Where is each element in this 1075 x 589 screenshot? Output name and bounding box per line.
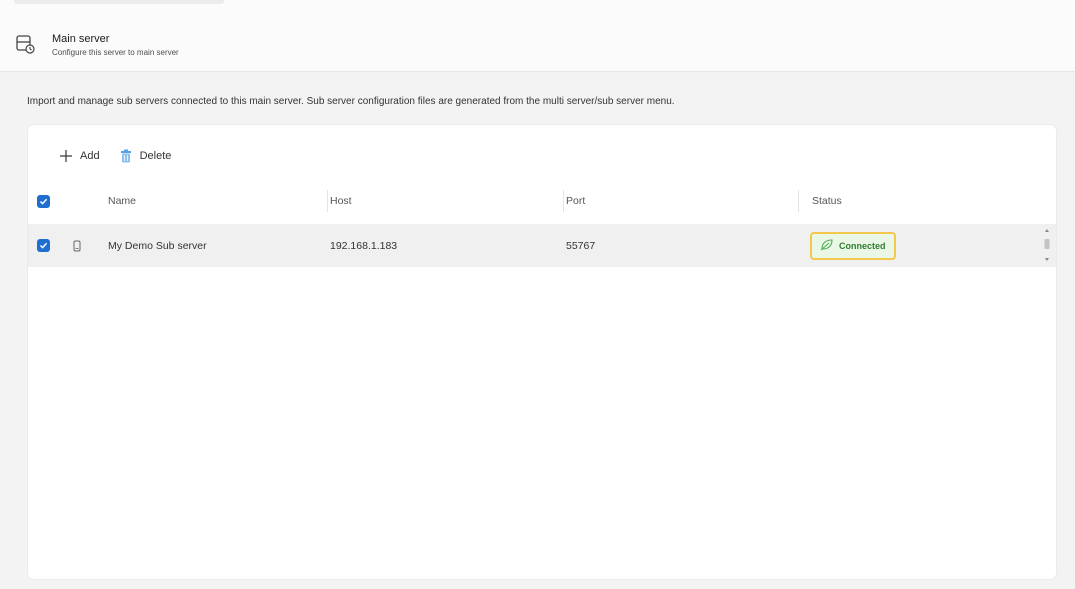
status-badge: Connected	[810, 231, 896, 260]
row-checkbox[interactable]	[37, 224, 50, 267]
column-divider[interactable]	[563, 190, 564, 212]
row-port: 55767	[566, 239, 596, 252]
checkbox-checked	[37, 239, 50, 252]
leaf-icon	[820, 238, 834, 253]
main-server-header[interactable]: Main server Configure this server to mai…	[0, 14, 1075, 72]
plus-icon	[58, 148, 74, 164]
select-all-checkbox[interactable]	[37, 185, 50, 217]
column-header-status[interactable]: Status	[812, 185, 842, 217]
page-subtitle: Configure this server to main server	[52, 48, 179, 57]
sub-server-panel: Add Delete Name Host Port Status My Demo…	[28, 125, 1056, 579]
server-icon	[14, 33, 36, 55]
column-header-port[interactable]: Port	[566, 185, 585, 217]
column-header-host[interactable]: Host	[330, 185, 352, 217]
column-header-name[interactable]: Name	[108, 185, 136, 217]
device-icon	[72, 224, 82, 267]
description-text: Import and manage sub servers connected …	[27, 96, 675, 107]
vertical-scrollbar[interactable]	[1042, 226, 1052, 266]
page-title: Main server	[52, 33, 110, 45]
add-button[interactable]: Add	[58, 148, 100, 164]
table-row[interactable]: My Demo Sub server 192.168.1.183 55767 C…	[28, 224, 1056, 267]
delete-label: Delete	[139, 150, 172, 162]
row-name: My Demo Sub server	[108, 239, 207, 252]
delete-button[interactable]: Delete	[118, 148, 172, 164]
add-label: Add	[80, 150, 100, 162]
column-divider[interactable]	[327, 190, 328, 212]
trash-icon	[118, 148, 134, 164]
column-divider[interactable]	[798, 190, 799, 212]
clipped-breadcrumb	[14, 0, 224, 4]
table-header: Name Host Port Status	[28, 185, 1056, 217]
row-host: 192.168.1.183	[330, 239, 398, 252]
status-cell: Connected	[810, 224, 896, 267]
status-text: Connected	[839, 240, 886, 251]
top-strip	[0, 0, 1075, 14]
toolbar: Add Delete	[58, 145, 171, 167]
checkbox-checked	[37, 194, 50, 208]
